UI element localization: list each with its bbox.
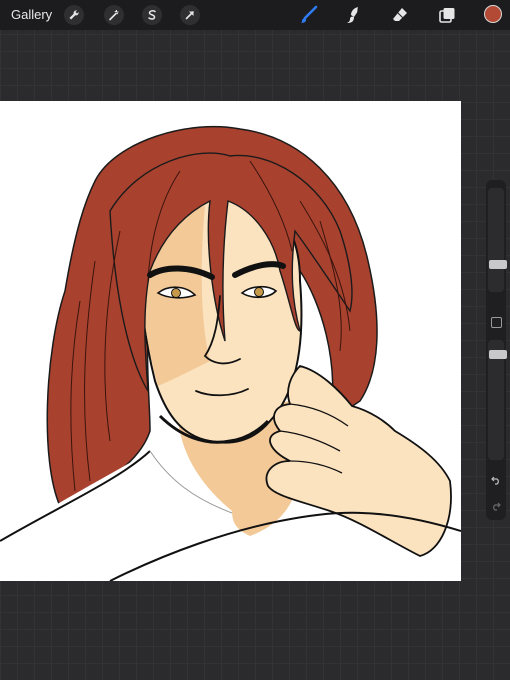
transform-arrow-icon[interactable] <box>180 5 200 25</box>
brush-icon[interactable] <box>298 4 320 26</box>
wrench-icon[interactable] <box>64 5 84 25</box>
top-toolbar: Gallery <box>0 0 510 30</box>
color-picker-button[interactable] <box>484 5 502 23</box>
layers-icon[interactable] <box>436 4 458 26</box>
magic-wand-icon[interactable] <box>104 5 124 25</box>
selection-icon[interactable] <box>142 5 162 25</box>
opacity-slider[interactable] <box>488 340 507 460</box>
portrait-artwork <box>0 125 461 581</box>
smudge-icon[interactable] <box>343 4 365 26</box>
drawing-canvas[interactable] <box>0 101 461 581</box>
side-toolbar <box>486 180 507 520</box>
modify-button[interactable] <box>491 317 502 328</box>
eraser-icon[interactable] <box>389 4 411 26</box>
left-iris <box>171 288 181 298</box>
brush-size-thumb[interactable] <box>489 260 507 269</box>
redo-icon[interactable] <box>486 498 506 514</box>
undo-icon[interactable] <box>486 472 506 488</box>
right-iris <box>254 287 264 297</box>
opacity-thumb[interactable] <box>489 350 507 359</box>
gallery-button[interactable]: Gallery <box>11 7 52 22</box>
brush-size-slider[interactable] <box>488 188 507 292</box>
